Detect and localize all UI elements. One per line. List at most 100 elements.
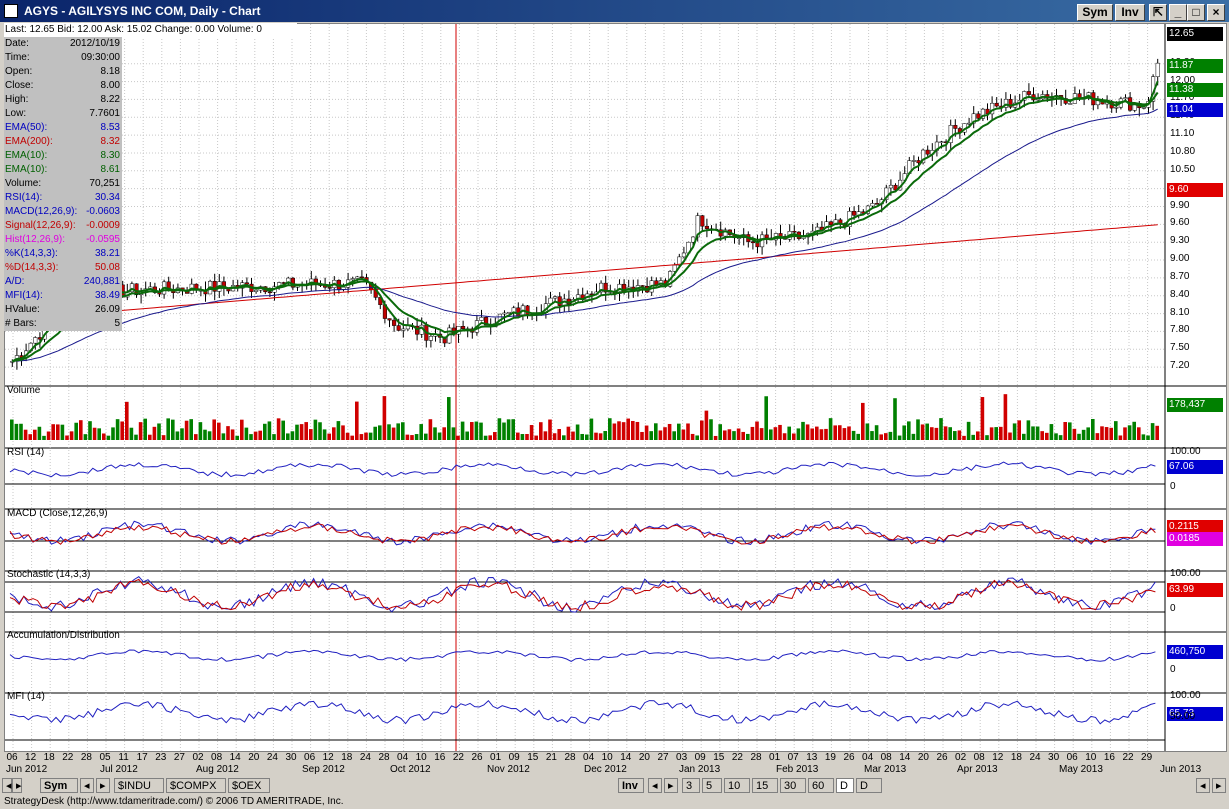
tab-3min[interactable]: 3 bbox=[682, 778, 700, 793]
info-row: High: 8.22 bbox=[4, 93, 122, 107]
volume-bar bbox=[732, 431, 736, 440]
x-axis-day: 13 bbox=[806, 752, 818, 763]
candle-body bbox=[355, 276, 360, 279]
volume-bar bbox=[272, 434, 276, 440]
volume-bar bbox=[1040, 431, 1044, 440]
volume-bar bbox=[405, 434, 410, 440]
price-axis-label: 9.90 bbox=[1170, 199, 1190, 211]
candle-body bbox=[461, 326, 466, 330]
tab-5min[interactable]: 5 bbox=[702, 778, 722, 793]
volume-bar bbox=[364, 432, 368, 440]
x-axis-day: 16 bbox=[1103, 752, 1115, 763]
candle-body bbox=[1026, 91, 1031, 95]
period-next-icon[interactable]: ▸ bbox=[664, 778, 678, 793]
volume-bar bbox=[350, 435, 354, 440]
minimize-icon[interactable]: _ bbox=[1169, 4, 1187, 21]
prev-icon[interactable]: ◂ bbox=[80, 778, 94, 793]
tab-60min[interactable]: 60 bbox=[808, 778, 834, 793]
x-axis-day: 28 bbox=[564, 752, 576, 763]
volume-bar bbox=[755, 421, 759, 440]
tab-daily[interactable]: D bbox=[836, 778, 854, 793]
price-axis-label: 7.80 bbox=[1170, 324, 1190, 336]
info-label: Low: bbox=[5, 108, 27, 119]
volume-bar bbox=[207, 431, 212, 440]
volume-bar bbox=[1150, 423, 1155, 440]
volume-bar bbox=[976, 431, 980, 440]
volume-bar bbox=[663, 427, 667, 440]
x-axis-day: 08 bbox=[880, 752, 892, 763]
x-axis-day: 15 bbox=[527, 752, 539, 763]
scroll-right-icon[interactable]: ▸ bbox=[12, 778, 22, 793]
info-value: 5 bbox=[114, 318, 120, 329]
x-axis-day: 10 bbox=[1085, 752, 1097, 763]
volume-bar bbox=[1031, 426, 1035, 440]
mfi-line bbox=[9, 699, 1156, 725]
volume-bar bbox=[102, 433, 106, 440]
candle-body bbox=[392, 319, 397, 326]
candle-body bbox=[640, 285, 645, 287]
volume-bar bbox=[106, 435, 111, 440]
volume-bar bbox=[552, 433, 557, 440]
x-axis-day: 02 bbox=[955, 752, 967, 763]
x-axis-day: 29 bbox=[1141, 752, 1153, 763]
volume-bar bbox=[175, 431, 180, 440]
tab-compx[interactable]: $COMPX bbox=[166, 778, 226, 793]
volume-bar bbox=[10, 419, 14, 440]
volume-bar bbox=[709, 419, 713, 440]
info-value: 8.22 bbox=[100, 94, 120, 105]
volume-bar bbox=[888, 431, 893, 440]
volume-bar bbox=[97, 428, 101, 440]
volume-bar bbox=[28, 434, 32, 440]
scroll-right-end-icon[interactable]: ▸ bbox=[1212, 778, 1226, 793]
info-label: Open: bbox=[5, 66, 33, 77]
period-prev-icon[interactable]: ◂ bbox=[648, 778, 662, 793]
detach-icon[interactable]: ⇱ bbox=[1149, 4, 1167, 21]
x-axis-day: 17 bbox=[136, 752, 148, 763]
panel-axis-label: 0 bbox=[1170, 664, 1176, 675]
chart-area[interactable] bbox=[4, 23, 1227, 752]
tab-indu[interactable]: $INDU bbox=[114, 778, 164, 793]
tab-15min[interactable]: 15 bbox=[752, 778, 778, 793]
volume-bar bbox=[46, 431, 51, 440]
tab-30min[interactable]: 30 bbox=[780, 778, 806, 793]
tab-inv[interactable]: Inv bbox=[618, 778, 644, 793]
scroll-left-end-icon[interactable]: ◂ bbox=[1196, 778, 1210, 793]
volume-bar bbox=[1017, 420, 1021, 440]
sym-button[interactable]: Sym bbox=[1077, 4, 1113, 21]
inv-button[interactable]: Inv bbox=[1115, 4, 1145, 21]
tab-daily-2[interactable]: D bbox=[856, 778, 882, 793]
volume-bar bbox=[138, 422, 143, 440]
x-axis-day: 18 bbox=[1010, 752, 1022, 763]
info-row: %K(14,3,3): 38.21 bbox=[4, 247, 122, 261]
volume-bar bbox=[713, 435, 718, 440]
maximize-icon[interactable]: □ bbox=[1187, 4, 1205, 21]
info-label: %K(14,3,3): bbox=[5, 248, 58, 259]
x-axis-day: 04 bbox=[397, 752, 409, 763]
volume-bar bbox=[14, 423, 19, 440]
volume-bar bbox=[60, 424, 65, 440]
x-axis-month: Jun 2013 bbox=[1160, 764, 1202, 775]
volume-bar bbox=[460, 421, 465, 440]
volume-bar bbox=[828, 418, 833, 440]
volume-bar bbox=[667, 423, 672, 440]
info-value: 70,251 bbox=[89, 178, 120, 189]
candle-body bbox=[553, 296, 558, 299]
x-axis-day: 24 bbox=[359, 752, 371, 763]
window-title-bar: AGYS - AGILYSYS INC COM, Daily - Chart S… bbox=[0, 0, 1229, 22]
tab-oex[interactable]: $OEX bbox=[228, 778, 270, 793]
tab-sym[interactable]: Sym bbox=[40, 778, 78, 793]
volume-bar bbox=[235, 435, 239, 440]
close-icon[interactable]: × bbox=[1207, 4, 1225, 21]
chart-canvas[interactable] bbox=[5, 24, 1226, 751]
x-axis-day: 18 bbox=[341, 752, 353, 763]
x-axis-day: 22 bbox=[452, 752, 464, 763]
panel-label: Volume bbox=[7, 385, 41, 396]
volume-bar bbox=[332, 427, 336, 440]
volume-bar bbox=[1026, 420, 1031, 440]
next-icon[interactable]: ▸ bbox=[96, 778, 110, 793]
scroll-left-icon[interactable]: ◂ bbox=[2, 778, 12, 793]
tab-10min[interactable]: 10 bbox=[724, 778, 750, 793]
info-label: Signal(12,26,9): bbox=[5, 220, 76, 231]
ema200-line bbox=[12, 224, 1158, 320]
volume-bar bbox=[382, 396, 387, 440]
